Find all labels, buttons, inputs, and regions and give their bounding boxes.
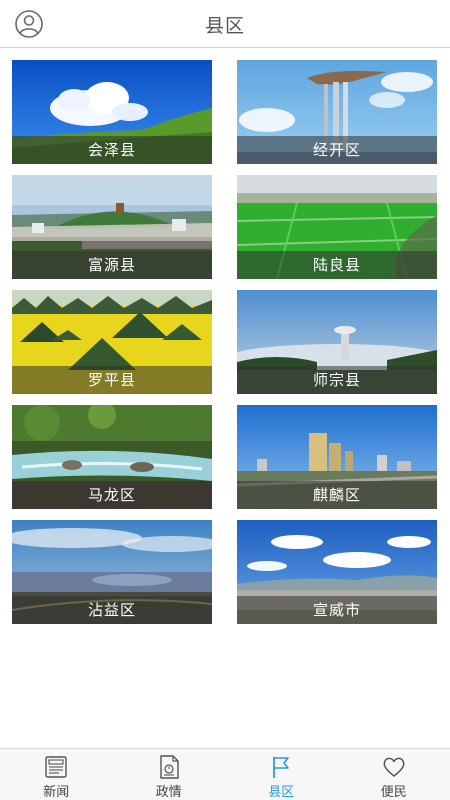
- tab-districts[interactable]: 县区: [225, 749, 338, 800]
- district-name: 师宗县: [237, 366, 437, 394]
- district-name: 沾益区: [12, 596, 212, 624]
- district-tile-luliang[interactable]: 陆良县: [237, 175, 437, 279]
- district-tile-qilin[interactable]: 麒麟区: [237, 405, 437, 509]
- district-tile-huize[interactable]: 会泽县: [12, 60, 212, 164]
- district-name: 会泽县: [12, 136, 212, 164]
- bottom-tab-bar: 新闻 政情 县区 便民: [0, 748, 450, 800]
- app-root: 县区 会泽县 经开区 富源县 陆良县 罗平县 师宗县 马龙区 麒麟区 沾益区 宣…: [0, 0, 450, 800]
- district-name: 马龙区: [12, 481, 212, 509]
- district-tile-zhanyi[interactable]: 沾益区: [12, 520, 212, 624]
- tab-services[interactable]: 便民: [338, 749, 450, 800]
- tab-districts-label: 县区: [268, 785, 295, 800]
- district-tile-luoping[interactable]: 罗平县: [12, 290, 212, 394]
- heart-icon: [383, 757, 405, 777]
- district-name: 麒麟区: [237, 481, 437, 509]
- top-bar: 县区: [0, 0, 450, 48]
- district-tile-shizong[interactable]: 师宗县: [237, 290, 437, 394]
- district-tile-jingkai[interactable]: 经开区: [237, 60, 437, 164]
- tab-services-label: 便民: [380, 785, 407, 800]
- district-name: 陆良县: [237, 251, 437, 279]
- document-icon: [160, 755, 179, 779]
- newspaper-icon: [45, 756, 67, 778]
- district-name: 宣威市: [237, 596, 437, 624]
- district-tile-fuyuan[interactable]: 富源县: [12, 175, 212, 279]
- tab-news[interactable]: 新闻: [0, 749, 113, 800]
- district-name: 富源县: [12, 251, 212, 279]
- tab-politics[interactable]: 政情: [113, 749, 226, 800]
- district-tile-xuanwei[interactable]: 宣威市: [237, 520, 437, 624]
- page-title: 县区: [204, 15, 245, 37]
- tab-politics-label: 政情: [155, 785, 182, 800]
- district-tile-malong[interactable]: 马龙区: [12, 405, 212, 509]
- tab-news-label: 新闻: [43, 785, 70, 800]
- district-name: 罗平县: [12, 366, 212, 394]
- district-name: 经开区: [237, 136, 437, 164]
- flag-icon: [273, 757, 290, 778]
